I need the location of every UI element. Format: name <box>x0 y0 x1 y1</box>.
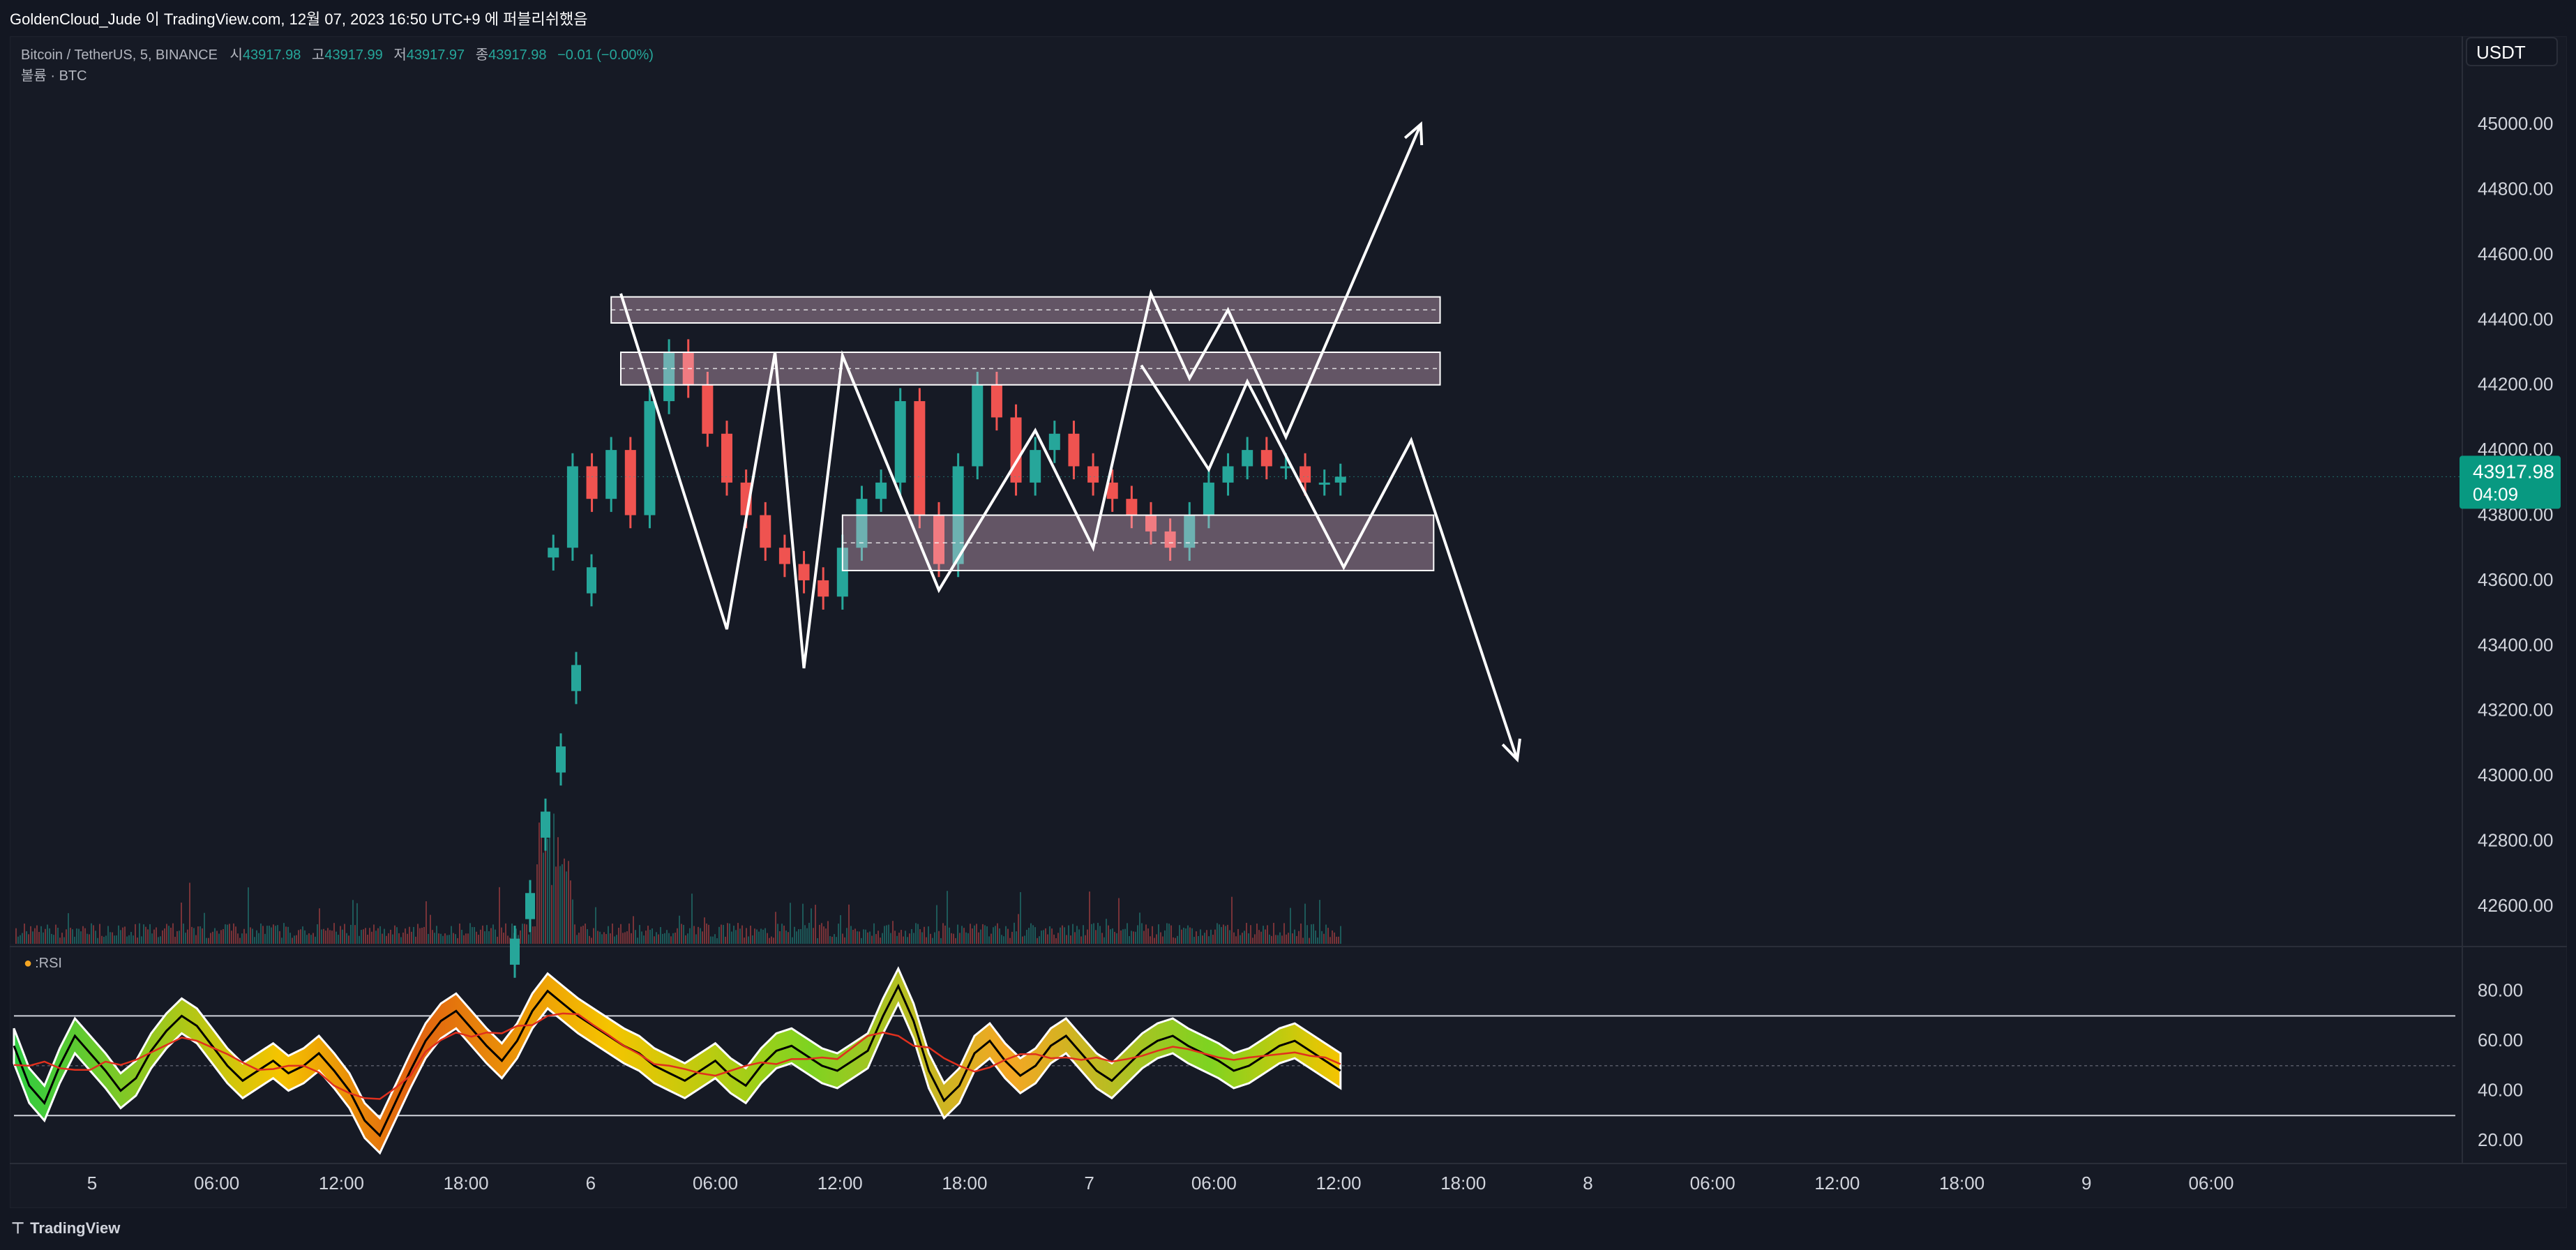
candle-body <box>1318 482 1330 485</box>
time-tick-label: 06:00 <box>1191 1173 1237 1193</box>
price-tick-label: 43000.00 <box>2478 765 2553 785</box>
time-tick-label: 18:00 <box>1939 1173 1984 1193</box>
candle-body <box>510 938 520 965</box>
candle-body <box>548 548 559 558</box>
time-tick-label: 06:00 <box>194 1173 239 1193</box>
candle-body <box>894 401 906 483</box>
time-tick-label: 12:00 <box>1316 1173 1362 1193</box>
price-tick-label: 43400.00 <box>2478 634 2553 655</box>
candle-body <box>1203 482 1214 515</box>
candle-body <box>1260 450 1272 467</box>
time-tick-label: 18:00 <box>444 1173 489 1193</box>
time-tick-label: 5 <box>87 1173 97 1193</box>
candle-body <box>1334 476 1346 483</box>
candle-body <box>1030 450 1041 483</box>
candle-body <box>1068 433 1080 467</box>
candle-body <box>1087 466 1099 483</box>
time-tick-label: 06:00 <box>1690 1173 1735 1193</box>
chart-svg[interactable]: 45200.0045000.0044800.0044600.0044400.00… <box>0 0 2576 1250</box>
rsi-tick-label: 80.00 <box>2478 980 2523 1001</box>
bar-countdown: 04:09 <box>2473 483 2518 504</box>
candle-body <box>972 384 984 467</box>
candle-body <box>605 450 617 499</box>
volume-bars <box>15 813 1341 944</box>
time-tick-label: 12:00 <box>1814 1173 1860 1193</box>
price-tick-label: 42600.00 <box>2478 895 2553 916</box>
candle-body <box>586 466 598 499</box>
rsi-tick-label: 40.00 <box>2478 1080 2523 1101</box>
tradingview-brand[interactable]: ⊤ TradingView <box>11 1219 120 1237</box>
time-tick-label: 6 <box>586 1173 596 1193</box>
candle-body <box>721 433 732 483</box>
time-tick-label: 18:00 <box>1440 1173 1486 1193</box>
candle-body <box>541 811 550 838</box>
time-tick-label: 18:00 <box>942 1173 987 1193</box>
time-tick-label: 12:00 <box>319 1173 364 1193</box>
candle-body <box>1222 466 1234 483</box>
time-tick-label: 9 <box>2081 1173 2091 1193</box>
candle-body <box>1300 466 1311 483</box>
price-tick-label: 44600.00 <box>2478 243 2553 264</box>
candle-body <box>525 893 535 919</box>
price-tick-label: 44800.00 <box>2478 179 2553 199</box>
candle-body <box>798 564 810 580</box>
time-tick-label: 7 <box>1084 1173 1094 1193</box>
price-tick-label: 44400.00 <box>2478 308 2553 329</box>
candle-body <box>760 515 771 548</box>
brand-label: TradingView <box>30 1219 121 1237</box>
price-tick-label: 45000.00 <box>2478 113 2553 134</box>
time-tick-label: 12:00 <box>818 1173 863 1193</box>
candle-body <box>914 401 926 515</box>
candle-body <box>587 567 596 594</box>
last-price-value: 43917.98 <box>2473 460 2554 482</box>
rsi-tick-label: 60.00 <box>2478 1030 2523 1051</box>
price-tick-label: 43600.00 <box>2478 569 2553 590</box>
candle-body <box>566 466 578 548</box>
rsi-band <box>13 966 1342 1155</box>
tradingview-logo-icon: ⊤ <box>11 1219 25 1237</box>
time-tick-label: 8 <box>1583 1173 1592 1193</box>
candle-body <box>818 580 829 597</box>
candle-body <box>1010 417 1022 483</box>
candle-body <box>1242 450 1253 467</box>
candle-body <box>1048 433 1060 451</box>
bullish-projection-path <box>619 123 1422 669</box>
price-tick-label: 42800.00 <box>2478 830 2553 851</box>
candle-body <box>1126 499 1138 515</box>
rsi-tick-label: 20.00 <box>2478 1129 2523 1150</box>
candle-body <box>1280 466 1292 469</box>
time-tick-label: 06:00 <box>693 1173 738 1193</box>
price-tick-label: 43200.00 <box>2478 700 2553 721</box>
candle-body <box>875 482 887 499</box>
candle-body <box>556 746 566 773</box>
price-series <box>510 339 1346 978</box>
candle-body <box>571 665 581 691</box>
candle-body <box>702 384 714 434</box>
price-tick-label: 44200.00 <box>2478 374 2553 395</box>
currency-badge-label: USDT <box>2476 42 2526 63</box>
candle-body <box>624 450 636 515</box>
candle-body <box>778 548 790 564</box>
candle-body <box>991 384 1002 418</box>
candle-body <box>644 401 656 515</box>
time-tick-label: 06:00 <box>2188 1173 2234 1193</box>
